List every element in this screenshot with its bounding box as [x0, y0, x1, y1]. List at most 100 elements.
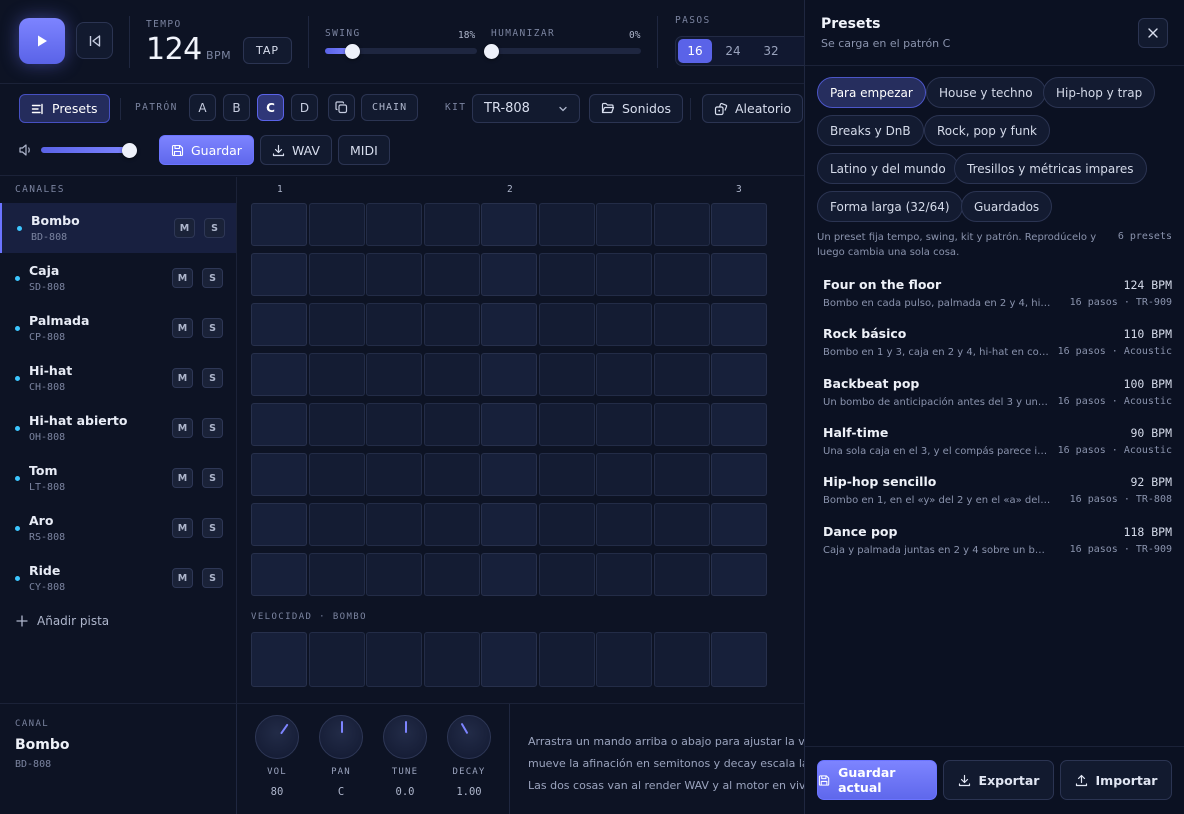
- step-cell[interactable]: [481, 203, 537, 246]
- step-cell[interactable]: [423, 303, 480, 346]
- velocity-cell[interactable]: [481, 632, 537, 687]
- tempo-value[interactable]: 124: [146, 32, 202, 67]
- pattern-b-button[interactable]: B: [223, 94, 250, 121]
- step-cell[interactable]: [711, 403, 767, 446]
- step-cell[interactable]: [308, 503, 365, 546]
- steps-option-more[interactable]: [792, 39, 804, 63]
- step-cell[interactable]: [711, 353, 767, 396]
- close-presets-button[interactable]: [1138, 18, 1168, 48]
- export-presets-button[interactable]: Exportar: [943, 760, 1054, 800]
- mute-button[interactable]: M: [172, 318, 193, 338]
- step-cell[interactable]: [308, 453, 365, 496]
- add-track-button[interactable]: Añadir pista: [16, 614, 109, 628]
- step-cell[interactable]: [366, 203, 422, 246]
- randomize-button[interactable]: Aleatorio: [702, 94, 804, 123]
- humanize-slider[interactable]: [483, 43, 641, 59]
- step-cell[interactable]: [596, 203, 652, 246]
- preset-category-chip[interactable]: Guardados: [961, 191, 1053, 222]
- step-cell[interactable]: [481, 553, 537, 596]
- step-cell[interactable]: [308, 553, 365, 596]
- preset-category-chip[interactable]: House y techno: [926, 77, 1046, 108]
- step-cell[interactable]: [538, 503, 595, 546]
- velocity-cell[interactable]: [308, 632, 365, 687]
- mute-button[interactable]: M: [172, 568, 193, 588]
- step-cell[interactable]: [711, 253, 767, 296]
- step-cell[interactable]: [481, 453, 537, 496]
- channel-row[interactable]: Bombo BD-808 M S: [0, 203, 236, 253]
- pattern-a-button[interactable]: A: [189, 94, 216, 121]
- preset-category-chip[interactable]: Tresillos y métricas impares: [954, 153, 1147, 184]
- step-cell[interactable]: [251, 403, 307, 446]
- step-cell[interactable]: [711, 303, 767, 346]
- step-cell[interactable]: [653, 353, 710, 396]
- step-cell[interactable]: [251, 503, 307, 546]
- export-midi-button[interactable]: MIDI: [338, 135, 390, 165]
- export-wav-button[interactable]: WAV: [260, 135, 332, 165]
- velocity-cell[interactable]: [538, 632, 595, 687]
- step-cell[interactable]: [308, 403, 365, 446]
- step-cell[interactable]: [481, 253, 537, 296]
- channel-row[interactable]: Tom LT-808 M S: [0, 453, 236, 503]
- play-button[interactable]: [19, 18, 65, 64]
- preset-category-chip[interactable]: Forma larga (32/64): [817, 191, 963, 222]
- step-cell[interactable]: [308, 303, 365, 346]
- step-cell[interactable]: [538, 303, 595, 346]
- preset-item[interactable]: Rock básico Bombo en 1 y 3, caja en 2 y 4…: [823, 326, 1172, 375]
- solo-button[interactable]: S: [202, 268, 223, 288]
- step-cell[interactable]: [653, 503, 710, 546]
- step-cell[interactable]: [711, 553, 767, 596]
- humanize-slider-handle[interactable]: [483, 43, 499, 59]
- step-cell[interactable]: [423, 353, 480, 396]
- preset-item[interactable]: Four on the floor Bombo en cada pulso, pa…: [823, 277, 1172, 326]
- step-cell[interactable]: [653, 303, 710, 346]
- steps-option-24[interactable]: 24: [716, 39, 750, 63]
- step-cell[interactable]: [653, 253, 710, 296]
- step-cell[interactable]: [538, 253, 595, 296]
- step-cell[interactable]: [423, 553, 480, 596]
- step-cell[interactable]: [481, 353, 537, 396]
- mute-button[interactable]: M: [172, 418, 193, 438]
- step-cell[interactable]: [423, 403, 480, 446]
- mute-button[interactable]: M: [172, 268, 193, 288]
- step-cell[interactable]: [596, 453, 652, 496]
- step-cell[interactable]: [366, 553, 422, 596]
- solo-button[interactable]: S: [202, 318, 223, 338]
- velocity-cell[interactable]: [596, 632, 652, 687]
- step-cell[interactable]: [366, 503, 422, 546]
- velocity-cell[interactable]: [653, 632, 710, 687]
- step-cell[interactable]: [423, 453, 480, 496]
- preset-category-chip[interactable]: Hip-hop y trap: [1043, 77, 1156, 108]
- step-cell[interactable]: [711, 203, 767, 246]
- step-cell[interactable]: [251, 303, 307, 346]
- step-cell[interactable]: [653, 553, 710, 596]
- preset-item[interactable]: Hip-hop sencillo Bombo en 1, en el «y» de…: [823, 474, 1172, 523]
- sounds-button[interactable]: Sonidos: [589, 94, 684, 123]
- step-cell[interactable]: [596, 553, 652, 596]
- velocity-cell[interactable]: [251, 632, 307, 687]
- step-cell[interactable]: [596, 303, 652, 346]
- solo-button[interactable]: S: [202, 568, 223, 588]
- presets-button[interactable]: Presets: [19, 94, 110, 123]
- solo-button[interactable]: S: [204, 218, 225, 238]
- channel-row[interactable]: Ride CY-808 M S: [0, 553, 236, 603]
- step-cell[interactable]: [423, 253, 480, 296]
- step-cell[interactable]: [481, 303, 537, 346]
- step-cell[interactable]: [596, 253, 652, 296]
- save-current-preset-button[interactable]: Guardar actual: [817, 760, 937, 800]
- steps-option-16[interactable]: 16: [678, 39, 712, 63]
- tap-tempo-button[interactable]: TAP: [243, 37, 293, 64]
- velocity-cell[interactable]: [423, 632, 480, 687]
- preset-category-chip[interactable]: Para empezar: [817, 77, 926, 108]
- channel-row[interactable]: Palmada CP-808 M S: [0, 303, 236, 353]
- step-cell[interactable]: [251, 353, 307, 396]
- preset-category-chip[interactable]: Latino y del mundo: [817, 153, 959, 184]
- step-cell[interactable]: [538, 453, 595, 496]
- pattern-d-button[interactable]: D: [291, 94, 318, 121]
- swing-slider[interactable]: [325, 43, 477, 59]
- step-cell[interactable]: [366, 453, 422, 496]
- step-cell[interactable]: [538, 353, 595, 396]
- step-cell[interactable]: [653, 453, 710, 496]
- preset-category-chip[interactable]: Rock, pop y funk: [924, 115, 1051, 146]
- step-cell[interactable]: [423, 503, 480, 546]
- channel-row[interactable]: Aro RS-808 M S: [0, 503, 236, 553]
